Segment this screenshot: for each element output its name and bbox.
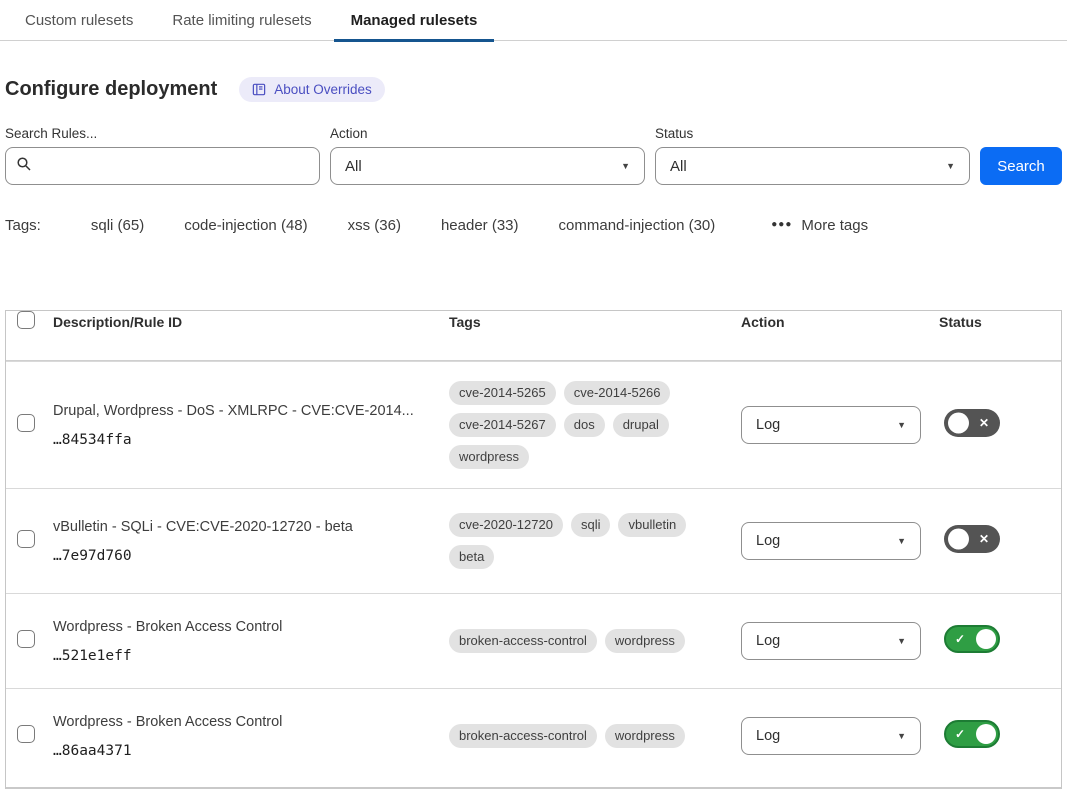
rule-id: …84534ffa [53,432,421,448]
toggle-knob [948,412,969,433]
status-toggle[interactable] [944,409,1000,437]
tag-pill: beta [449,545,494,569]
page-title: Configure deployment [5,78,217,101]
col-action: Action [741,314,939,330]
row-action-select[interactable]: Log ▼ [741,717,921,755]
search-icon [16,156,32,177]
tag-pill: cve-2014-5266 [564,381,671,405]
col-tags: Tags [449,314,741,330]
search-rules-label: Search Rules... [5,126,320,141]
tag-pill: broken-access-control [449,724,597,748]
tag-pill: wordpress [605,629,685,653]
tag-filter-sqli[interactable]: sqli (65) [91,217,144,234]
chevron-down-icon: ▼ [897,536,906,546]
tag-filter-xss[interactable]: xss (36) [348,217,401,234]
rule-tags: broken-access-control wordpress [449,629,734,653]
toggle-knob [948,528,969,549]
chevron-down-icon: ▼ [946,161,955,171]
row-checkbox[interactable] [17,530,35,548]
tags-bar: Tags: sqli (65) code-injection (48) xss … [5,217,1062,234]
status-toggle[interactable] [944,720,1000,748]
row-action-value: Log [756,417,780,433]
rule-id: …7e97d760 [53,548,421,564]
toggle-knob [976,724,996,744]
table-row: vBulletin - SQLi - CVE:CVE-2020-12720 - … [6,488,1061,593]
row-action-value: Log [756,633,780,649]
toggle-state-icon [979,416,989,430]
tag-pill: cve-2014-5267 [449,413,556,437]
more-tags-button[interactable]: ●●● More tags [771,217,868,234]
row-action-value: Log [756,533,780,549]
chevron-down-icon: ▼ [897,636,906,646]
status-filter-value: All [670,158,687,175]
status-toggle[interactable] [944,625,1000,653]
table-row: Drupal, Wordpress - DoS - XMLRPC - CVE:C… [6,361,1061,488]
rule-description: Wordpress - Broken Access Control [53,618,421,638]
col-description: Description/Rule ID [53,314,449,330]
search-button[interactable]: Search [980,147,1062,185]
action-filter-label: Action [330,126,645,141]
ruleset-tabs: Custom rulesets Rate limiting rulesets M… [0,0,1067,41]
row-checkbox[interactable] [17,630,35,648]
tag-pill: broken-access-control [449,629,597,653]
rule-description: Drupal, Wordpress - DoS - XMLRPC - CVE:C… [53,402,421,422]
about-overrides-badge[interactable]: About Overrides [239,77,385,102]
row-action-value: Log [756,728,780,744]
action-filter-value: All [345,158,362,175]
tag-pill: drupal [613,413,669,437]
tag-filter-command-injection[interactable]: command-injection (30) [559,217,716,234]
rule-tags: broken-access-control wordpress [449,724,734,748]
toggle-state-icon [955,632,965,646]
tag-pill: wordpress [605,724,685,748]
filter-row: Search Rules... Action All ▼ Status [5,126,1062,185]
select-all-checkbox[interactable] [17,311,35,329]
page-header: Configure deployment About Overrides [5,77,1062,102]
tab-rate-limiting-rulesets[interactable]: Rate limiting rulesets [172,0,311,41]
table-row: Wordpress - Broken Access Control …521e1… [6,593,1061,688]
rule-description: vBulletin - SQLi - CVE:CVE-2020-12720 - … [53,518,421,538]
row-action-select[interactable]: Log ▼ [741,522,921,560]
search-rules-field[interactable] [5,147,320,185]
ellipsis-icon: ●●● [771,219,792,230]
chevron-down-icon: ▼ [621,161,630,171]
table-header: Description/Rule ID Tags Action Status [6,311,1061,361]
tag-pill: dos [564,413,605,437]
tag-pill: vbulletin [618,513,686,537]
action-filter-select[interactable]: All ▼ [330,147,645,185]
rule-id: …86aa4371 [53,743,421,759]
status-toggle[interactable] [944,525,1000,553]
tag-filter-header[interactable]: header (33) [441,217,519,234]
rule-id: …521e1eff [53,648,421,664]
rule-description: Wordpress - Broken Access Control [53,713,421,733]
tab-custom-rulesets[interactable]: Custom rulesets [25,0,133,41]
chevron-down-icon: ▼ [897,731,906,741]
toggle-state-icon [955,727,965,741]
rules-table: Description/Rule ID Tags Action Status D… [5,310,1062,789]
tab-managed-rulesets[interactable]: Managed rulesets [351,0,478,41]
rule-tags: cve-2014-5265 cve-2014-5266 cve-2014-5267 d… [449,381,734,469]
about-overrides-label: About Overrides [274,82,372,97]
row-checkbox[interactable] [17,414,35,432]
row-action-select[interactable]: Log ▼ [741,406,921,444]
row-checkbox[interactable] [17,725,35,743]
toggle-knob [976,629,996,649]
table-row: Wordpress - Broken Access Control …86aa4… [6,688,1061,783]
search-rules-input[interactable] [40,158,309,175]
tag-pill: wordpress [449,445,529,469]
status-filter-label: Status [655,126,970,141]
tag-pill: cve-2014-5265 [449,381,556,405]
rule-tags: cve-2020-12720 sqli vbulletin beta [449,513,734,569]
row-action-select[interactable]: Log ▼ [741,622,921,660]
col-status: Status [939,314,1061,330]
more-tags-label: More tags [801,217,868,234]
tags-label: Tags: [5,217,41,234]
tag-filter-code-injection[interactable]: code-injection (48) [184,217,307,234]
tag-pill: sqli [571,513,611,537]
tag-pill: cve-2020-12720 [449,513,563,537]
chevron-down-icon: ▼ [897,420,906,430]
status-filter-select[interactable]: All ▼ [655,147,970,185]
table-bottom-edge [6,783,1061,789]
toggle-state-icon [979,532,989,546]
book-icon [252,83,266,96]
